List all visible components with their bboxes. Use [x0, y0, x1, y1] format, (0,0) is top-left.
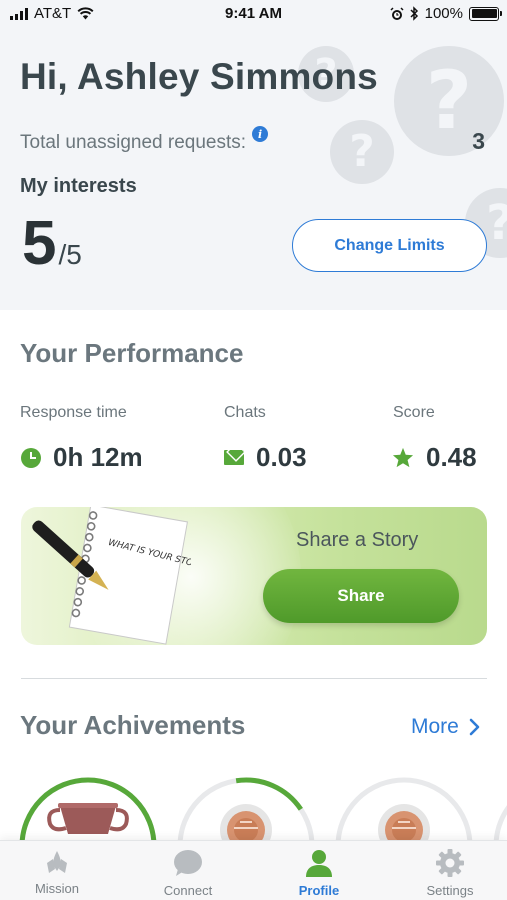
status-right: 100%: [390, 5, 502, 22]
response-time-label: Response time: [20, 404, 127, 421]
unassigned-count: 3: [472, 128, 485, 154]
response-time-value: 0h 12m: [53, 442, 143, 472]
star-icon: [392, 447, 414, 468]
unassigned-requests: Total unassigned requests: i: [20, 126, 269, 154]
chats-value: 0.03: [256, 442, 307, 472]
achievement-badge[interactable]: [177, 777, 315, 840]
greeting-title: Hi, Ashley Simmons: [20, 56, 378, 97]
tab-connect-label: Connect: [163, 883, 213, 898]
profile-icon: [306, 850, 332, 877]
tab-mission-label: Mission: [34, 881, 80, 896]
medal-icon: [220, 804, 272, 840]
battery-percent: 100%: [424, 5, 463, 22]
share-story-title: Share a Story: [296, 529, 419, 551]
score-label: Score: [393, 404, 435, 421]
tab-profile-label: Profile: [298, 883, 340, 898]
interests-total: /5: [58, 239, 82, 270]
achievement-badge[interactable]: [493, 780, 507, 840]
bluetooth-icon: [410, 6, 418, 21]
question-bubble-icon: ?: [394, 46, 504, 156]
interests-current: 5: [22, 209, 57, 278]
gear-icon: [436, 849, 464, 877]
chats-metric: 0.03: [224, 442, 307, 473]
change-limits-button[interactable]: Change Limits: [292, 219, 487, 272]
info-icon[interactable]: i: [252, 126, 269, 142]
medal-icon: [378, 804, 430, 840]
share-story-banner: WHAT IS YOUR STORY? Share a Story Share: [21, 507, 487, 645]
status-bar: AT&T 9:41 AM 100%: [0, 0, 507, 28]
tab-mission[interactable]: Mission: [7, 849, 107, 896]
battery-icon: [469, 6, 502, 21]
tab-connect[interactable]: Connect: [138, 849, 238, 898]
unassigned-label: Total unassigned requests:: [20, 132, 247, 153]
achievement-badge[interactable]: [335, 777, 473, 840]
notebook-pen-illustration: WHAT IS YOUR STORY?: [32, 507, 191, 645]
chevron-right-icon: [469, 718, 480, 736]
tab-bar: Mission Connect Profile Settings: [0, 840, 507, 900]
response-time-metric: 0h 12m: [21, 442, 143, 473]
performance-title: Your Performance: [20, 338, 244, 368]
achievements-row: [0, 770, 507, 840]
interests-value: 5 /5: [22, 213, 82, 275]
trophy-icon: [47, 803, 129, 834]
clock-icon: [21, 447, 41, 468]
profile-header: ? ? ? ? Hi, Ashley Simmons Total unassig…: [0, 28, 507, 310]
mail-icon: [224, 450, 244, 465]
share-button[interactable]: Share: [263, 569, 459, 623]
section-divider: [21, 678, 487, 679]
score-value: 0.48: [426, 442, 477, 472]
chat-icon: [174, 850, 202, 876]
mission-icon: [47, 851, 67, 873]
interests-title: My interests: [20, 175, 137, 197]
more-label: More: [411, 715, 459, 738]
score-metric: 0.48: [392, 442, 477, 473]
tab-profile[interactable]: Profile: [269, 849, 369, 898]
achievement-badge[interactable]: [19, 777, 157, 840]
tab-settings[interactable]: Settings: [400, 849, 500, 898]
question-bubble-icon: ?: [330, 120, 394, 184]
alarm-icon: [390, 6, 404, 20]
chats-label: Chats: [224, 404, 266, 421]
more-link[interactable]: More: [411, 715, 480, 739]
achievements-title: Your Achivements: [20, 710, 246, 740]
tab-settings-label: Settings: [426, 883, 474, 898]
